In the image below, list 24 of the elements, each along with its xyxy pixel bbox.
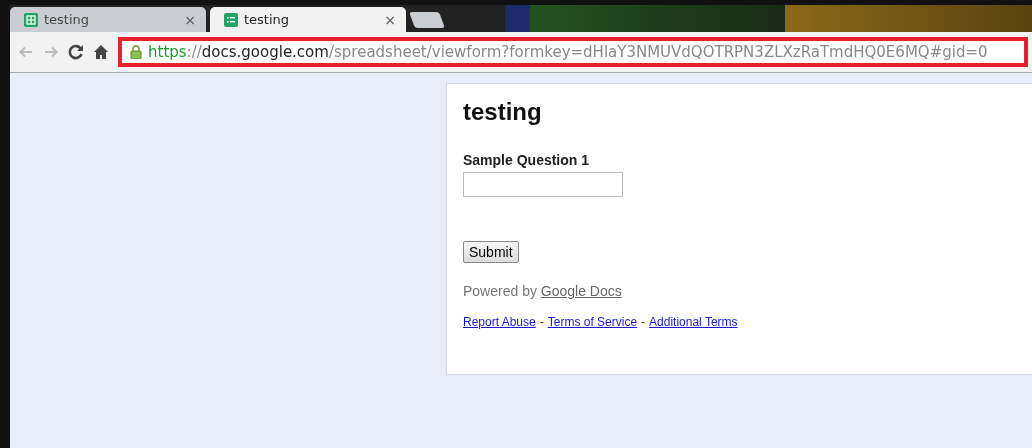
- submit-button[interactable]: Submit: [463, 241, 519, 263]
- question-label: Sample Question 1: [463, 152, 591, 168]
- close-tab-button[interactable]: ×: [384, 11, 396, 28]
- reload-icon[interactable]: [68, 44, 84, 60]
- tab-title: testing: [244, 12, 291, 27]
- close-tab-button[interactable]: ×: [184, 11, 196, 28]
- browser-tab[interactable]: testing ×: [210, 7, 406, 32]
- footer-link[interactable]: Terms of Service: [547, 315, 638, 329]
- separator-text: -: [539, 315, 544, 329]
- browser-tab[interactable]: testing ×: [10, 7, 206, 32]
- tab-title: testing: [44, 12, 91, 27]
- google-docs-link[interactable]: Google Docs: [540, 283, 622, 299]
- address-bar[interactable]: https://docs.google.com/spreadsheet/viewform?formkey=dHlaY3NMUVdQOTRPN3ZLXzRaTmdHQ0E6MQ#gid=0: [118, 37, 1028, 67]
- footer-link[interactable]: Additional Terms: [649, 315, 738, 329]
- new-tab-button[interactable]: [409, 12, 445, 28]
- powered-by-text: Powered by Google Docs: [463, 283, 623, 299]
- spreadsheet-icon: [24, 12, 38, 27]
- form-title: testing: [463, 98, 543, 126]
- separator-text: -: [641, 315, 646, 329]
- home-icon[interactable]: [93, 44, 109, 60]
- url-text: https://docs.google.com/spreadsheet/viewform?formkey=dHlaY3NMUVdQOTRPN3ZLXzRaTmdHQ0E6MQ#gid=0: [148, 43, 988, 61]
- form-icon: [224, 12, 238, 27]
- answer-field[interactable]: [463, 172, 623, 197]
- footer-link[interactable]: Report Abuse: [463, 315, 536, 329]
